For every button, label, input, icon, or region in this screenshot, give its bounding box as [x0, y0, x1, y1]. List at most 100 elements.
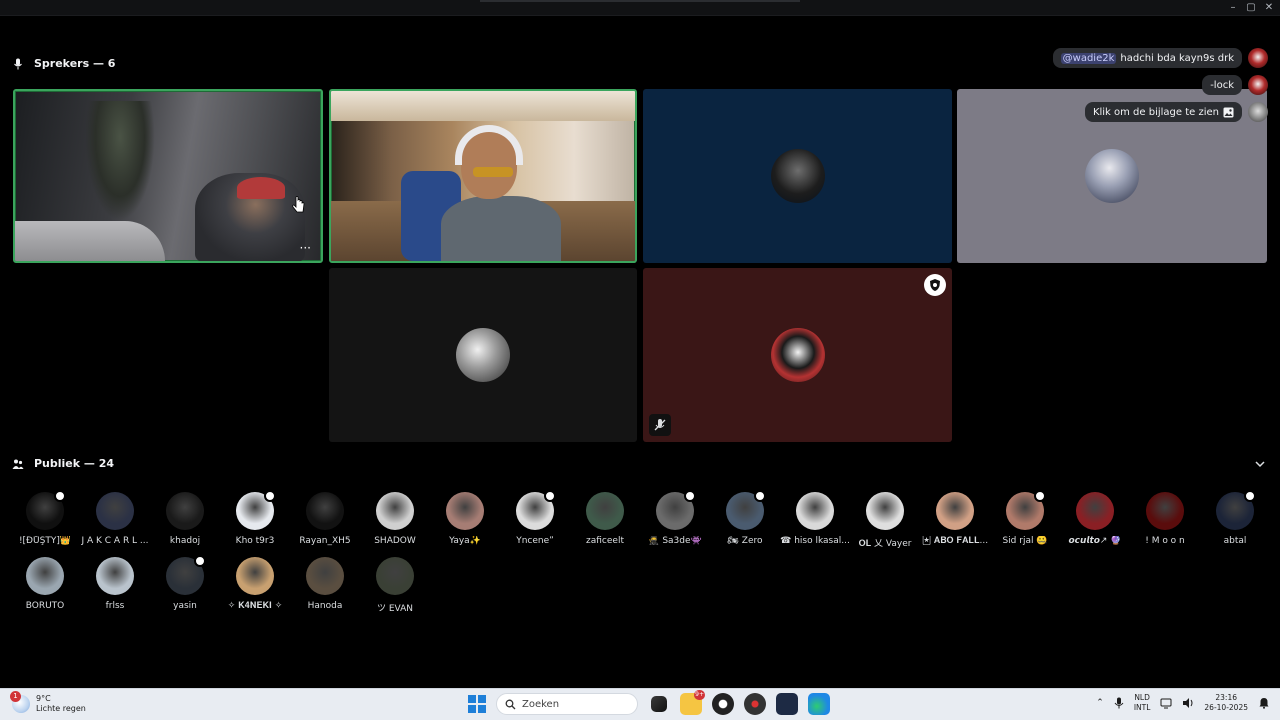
maximize-icon[interactable]: ▢ [1242, 1, 1260, 15]
speaker-avatar [770, 149, 825, 203]
speakers-label: Sprekers — 6 [34, 57, 116, 70]
weather-temperature: 9°C [36, 694, 51, 703]
member-name: zaficeelt [586, 536, 624, 546]
moderator-shield-icon [924, 274, 946, 296]
more-options-icon[interactable]: ··· [300, 241, 311, 255]
windows-start-icon[interactable] [468, 695, 486, 713]
chat-avatar[interactable] [1248, 48, 1268, 68]
chat-text: -lock [1210, 79, 1234, 91]
audience-member[interactable]: ![ĐŮŞŤŶ]👑 [10, 490, 80, 546]
audience-member[interactable]: frlss [80, 557, 150, 611]
speakers-header: Sprekers — 6 [12, 57, 115, 70]
chevron-down-icon[interactable] [1254, 458, 1266, 470]
chat-message[interactable]: Klik om de bijlage te zien [1084, 102, 1268, 122]
role-badge-icon [54, 490, 66, 502]
speaker-tile-3[interactable] [643, 89, 952, 263]
speaker-avatar [456, 328, 510, 382]
member-name: frlss [105, 601, 125, 611]
weather-widget[interactable]: 1 9°C Lichte regen [10, 691, 86, 714]
member-name: 🥷 Sa3de👾 [648, 536, 702, 546]
role-badge-icon [684, 490, 696, 502]
volume-icon[interactable] [1182, 697, 1194, 709]
audience-member[interactable]: yasin [150, 555, 220, 611]
attachment-bubble[interactable]: Klik om de bijlage te zien [1084, 102, 1242, 122]
member-name: ![ĐŮŞŤŶ]👑 [18, 536, 72, 546]
member-name: Kho t9r3 [235, 536, 275, 546]
edge-icon[interactable] [808, 693, 830, 715]
role-badge-icon [1244, 490, 1256, 502]
chat-avatar[interactable] [1248, 75, 1268, 95]
image-icon [1223, 107, 1234, 117]
avatar [376, 557, 414, 595]
stage-window: – ▢ ✕ Sprekers — 6 ··· @wadie2k hadchi b… [0, 0, 1280, 720]
audience-member[interactable]: ✧ 𝐊𝟒𝐍𝐄𝐊𝐈 ✧ [220, 557, 290, 611]
role-badge-icon [264, 490, 276, 502]
chat-message[interactable]: -lock [1202, 75, 1268, 95]
audience-member[interactable]: BORUTO [10, 557, 80, 611]
file-explorer-icon[interactable]: 9+ [680, 690, 705, 715]
audience-member[interactable]: J A K C A R L ... [80, 492, 150, 546]
sunglasses [473, 167, 513, 177]
audience-member[interactable]: Rayan_XH5 [290, 492, 360, 546]
speaker-tile-camera-2[interactable] [329, 89, 637, 263]
weather-condition: Lichte regen [36, 704, 86, 713]
search-icon [505, 699, 516, 709]
audience-member[interactable]: Ynceneˮ [500, 490, 570, 546]
audience-member[interactable]: 𝙤𝙘𝙪𝙡𝙩𝙤↗ 🔮 [1060, 492, 1130, 546]
audience-member[interactable]: ツ EVAN [360, 557, 430, 614]
headphones [455, 125, 523, 165]
audience-member[interactable]: Yaya✨ [430, 492, 500, 546]
chevron-up-icon[interactable]: ⌃ [1096, 698, 1104, 708]
audience-member[interactable]: Hanoda [290, 557, 360, 611]
minimize-icon[interactable]: – [1224, 1, 1242, 15]
audience-member[interactable]: 𝐎𝐋 乂 Vayer [850, 492, 920, 549]
member-name: khadoj [169, 536, 201, 546]
audience-member[interactable]: Sid rjal 🤐 [990, 490, 1060, 546]
system-tray: ⌃ NLD INTL 23:16 26-10-2025 [1096, 693, 1270, 713]
app-icon[interactable] [744, 693, 766, 715]
close-icon[interactable]: ✕ [1260, 1, 1278, 15]
clock-time: 23:16 [1215, 693, 1238, 702]
microphone-tray-icon[interactable] [1114, 697, 1124, 709]
speaker-cap [237, 177, 285, 199]
taskbar-search[interactable]: Zoeken [496, 693, 638, 715]
network-icon[interactable] [1160, 697, 1172, 709]
task-view-icon[interactable] [651, 696, 667, 712]
speaker-tile-5[interactable] [329, 268, 637, 442]
notifications-bell-icon[interactable] [1258, 697, 1270, 709]
member-name: Sid rjal 🤐 [1002, 536, 1048, 546]
audience-member[interactable]: ! M o o n [1130, 492, 1200, 546]
clock[interactable]: 23:16 26-10-2025 [1204, 693, 1248, 713]
audience-member[interactable]: 🃏 𝐀𝐁𝐎 𝐅𝐀𝐋𝐋... [920, 492, 990, 546]
audience-icon [12, 459, 24, 469]
audience-member[interactable]: 🥷 Sa3de👾 [640, 490, 710, 546]
role-badge-icon [1034, 490, 1046, 502]
audience-member[interactable]: Kho t9r3 [220, 490, 290, 546]
audience-member[interactable]: 🏍 Zero [710, 490, 780, 546]
avatar [96, 557, 134, 595]
speaker-avatar [770, 328, 825, 382]
avatar [26, 490, 66, 530]
avatar [236, 557, 274, 595]
avatar [586, 492, 624, 530]
audience-member[interactable]: khadoj [150, 492, 220, 546]
chat-bubble: -lock [1202, 75, 1242, 95]
microphone-icon [14, 58, 22, 69]
user-mention[interactable]: @wadie2k [1060, 52, 1117, 64]
chat-avatar[interactable] [1248, 102, 1268, 122]
language-indicator[interactable]: NLD INTL [1134, 693, 1151, 713]
avatar [166, 492, 204, 530]
member-name: ツ EVAN [376, 604, 414, 614]
discord-icon[interactable] [776, 693, 798, 715]
avatar [166, 555, 206, 595]
audience-member[interactable]: zaficeelt [570, 492, 640, 546]
chrome-icon[interactable] [712, 693, 734, 715]
audience-member[interactable]: ☎ hiso lkasal... [780, 492, 850, 546]
speaker-tile-6[interactable] [643, 268, 952, 442]
audience-member[interactable]: SHADOW [360, 492, 430, 546]
speaker-tile-camera-1[interactable]: ··· [13, 89, 323, 263]
audience-member[interactable]: abtal [1200, 490, 1270, 546]
avatar [1006, 490, 1046, 530]
chat-message[interactable]: @wadie2k hadchi bda kayn9s drk [1052, 48, 1268, 68]
chat-text: hadchi bda kayn9s drk [1120, 52, 1234, 64]
